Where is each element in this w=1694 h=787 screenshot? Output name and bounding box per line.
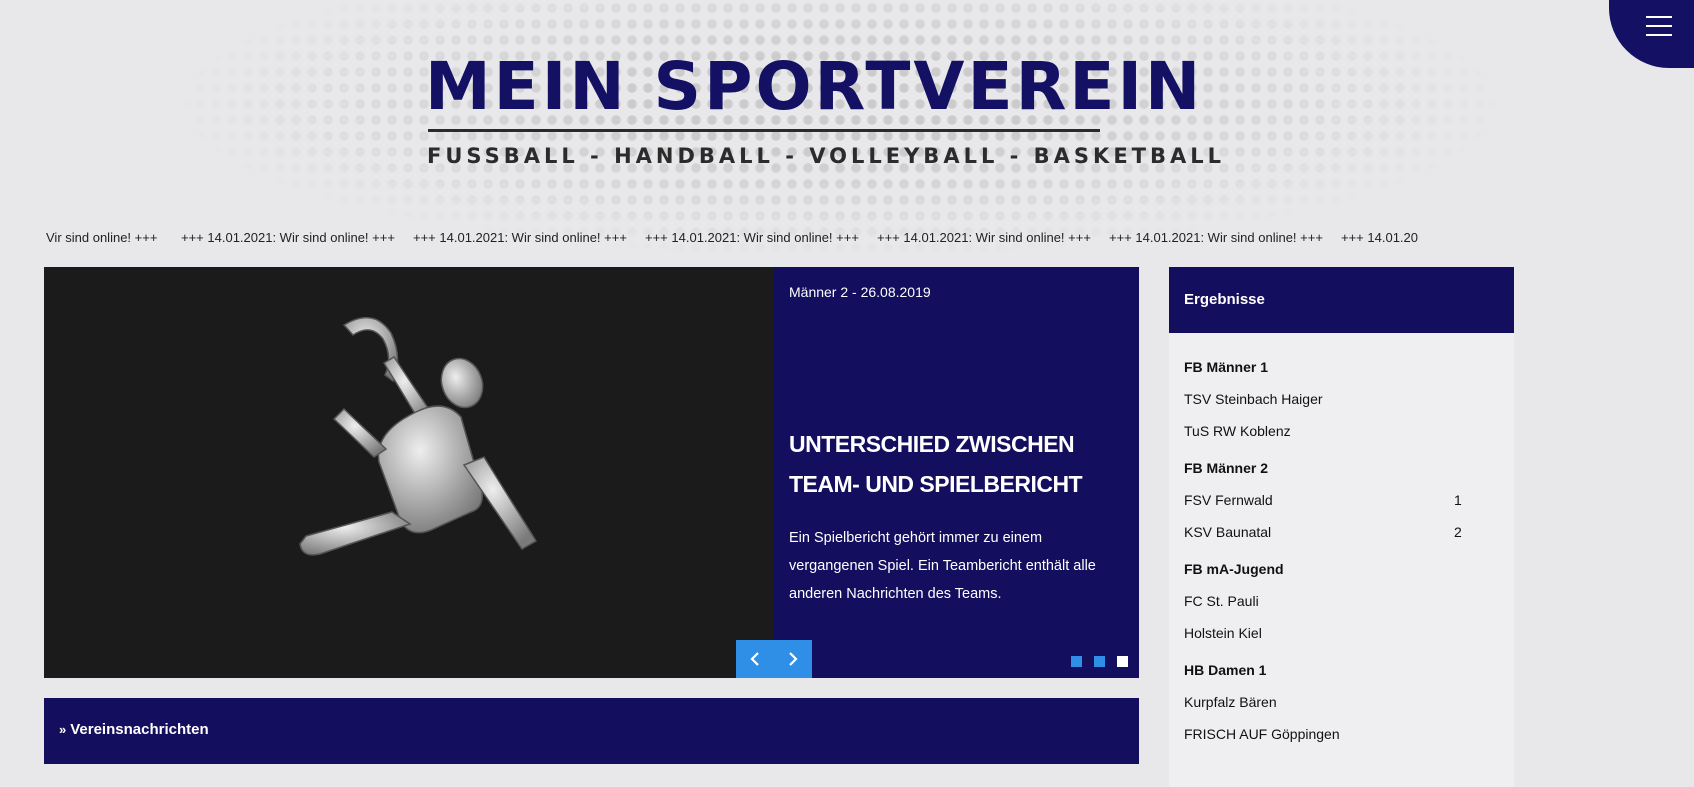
slider-nav (736, 640, 812, 678)
team-name: TSV Steinbach Haiger (1184, 391, 1323, 407)
handball-player-image[interactable] (44, 267, 774, 678)
result-group-title: FB Männer 2 (1184, 460, 1269, 476)
site-subtitle: FUSSBALL - HANDBALL - VOLLEYBALL - BASKE… (427, 144, 1226, 168)
result-group-title: FB Männer 1 (1184, 359, 1269, 375)
result-row: KSV Baunatal 2 (1184, 525, 1494, 557)
ticker-item[interactable]: +++ 14.01.2021: Wir sind online! +++ (645, 230, 859, 245)
ticker-item[interactable]: Vir sind online! +++ (46, 230, 157, 245)
team-name: FC St. Pauli (1184, 593, 1259, 609)
hamburger-icon[interactable] (1646, 16, 1672, 36)
slide-title[interactable]: UNTERSCHIED ZWISCHEN TEAM- UND SPIELBERI… (789, 424, 1129, 504)
menu-corner (1609, 0, 1694, 68)
result-row: Kurpfalz Bären (1184, 695, 1494, 727)
ticker-item[interactable]: +++ 14.01.2021: Wir sind online! +++ (181, 230, 395, 245)
result-row: TSV Steinbach Haiger (1184, 392, 1494, 424)
chevron-left-icon (750, 652, 759, 666)
ticker-item[interactable]: +++ 14.01.2021: Wir sind online! +++ (877, 230, 1091, 245)
news-section-header[interactable]: » Vereinsnachrichten (44, 698, 1139, 764)
results-list: FB Männer 1 TSV Steinbach Haiger TuS RW … (1184, 360, 1494, 764)
result-group-title: HB Damen 1 (1184, 662, 1267, 678)
slide-dot-2[interactable] (1094, 656, 1105, 667)
news-ticker: Vir sind online! +++ +++ 14.01.2021: Wir… (44, 230, 1418, 248)
result-group: FB Männer 2 FSV Fernwald 1 KSV Baunatal 2 (1184, 461, 1494, 557)
hero-slider: Männer 2 - 26.08.2019 UNTERSCHIED ZWISCH… (44, 267, 1139, 678)
result-group: FB mA-Jugend FC St. Pauli Holstein Kiel (1184, 562, 1494, 658)
news-label: » Vereinsnachrichten (59, 721, 209, 738)
team-name: KSV Baunatal (1184, 524, 1272, 540)
site-title[interactable]: MEIN SPORTVEREIN (425, 44, 1200, 130)
next-slide-button[interactable] (774, 640, 812, 678)
chevron-right-icon (789, 652, 798, 666)
slide-content-panel: Männer 2 - 26.08.2019 UNTERSCHIED ZWISCH… (774, 267, 1139, 678)
slide-dot-1[interactable] (1071, 656, 1082, 667)
team-score: 1 (1454, 492, 1462, 508)
team-name: TuS RW Koblenz (1184, 423, 1291, 439)
result-group: HB Damen 1 Kurpfalz Bären FRISCH AUF Göp… (1184, 663, 1494, 759)
team-name: Kurpfalz Bären (1184, 694, 1277, 710)
result-row: FC St. Pauli (1184, 594, 1494, 626)
logo-divider (428, 129, 1100, 132)
results-title: Ergebnisse (1184, 291, 1265, 308)
team-name: FRISCH AUF Göppingen (1184, 726, 1340, 742)
slide-text: Ein Spielbericht gehört immer zu einem v… (789, 530, 1096, 602)
team-name: FSV Fernwald (1184, 492, 1273, 508)
slide-dot-3[interactable] (1117, 656, 1128, 667)
results-widget: Ergebnisse FB Männer 1 TSV Steinbach Hai… (1169, 267, 1514, 787)
result-row: FRISCH AUF Göppingen (1184, 727, 1494, 759)
prev-slide-button[interactable] (736, 640, 774, 678)
double-chevron-right-icon: » (59, 722, 67, 737)
ticker-item[interactable]: +++ 14.01.2021: Wir sind online! +++ (1109, 230, 1323, 245)
slide-meta: Männer 2 - 26.08.2019 (789, 284, 931, 300)
result-row: TuS RW Koblenz (1184, 424, 1494, 456)
result-row: Holstein Kiel (1184, 626, 1494, 658)
ticker-item[interactable]: +++ 14.01.202 (1341, 230, 1418, 245)
team-name: Holstein Kiel (1184, 625, 1262, 641)
results-header: Ergebnisse (1169, 267, 1514, 333)
slide-pagination (1071, 656, 1128, 667)
result-group: FB Männer 1 TSV Steinbach Haiger TuS RW … (1184, 360, 1494, 456)
result-row: FSV Fernwald 1 (1184, 493, 1494, 525)
ticker-item[interactable]: +++ 14.01.2021: Wir sind online! +++ (413, 230, 627, 245)
team-score: 2 (1454, 524, 1462, 540)
result-group-title: FB mA-Jugend (1184, 561, 1284, 577)
news-label-text: Vereinsnachrichten (70, 721, 209, 738)
